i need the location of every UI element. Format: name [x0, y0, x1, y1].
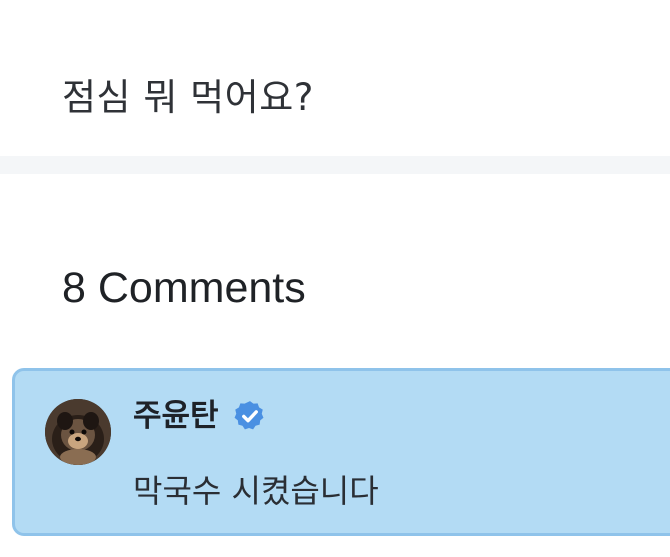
comment-text: 막국수 시켰습니다: [133, 472, 379, 510]
post-body: 점심 뭐 먹어요?: [0, 0, 670, 156]
post-text: 점심 뭐 먹어요?: [62, 76, 314, 119]
comment-item-highlighted[interactable]: 주윤탄 막국수 시켰습니다: [12, 368, 670, 536]
verified-badge-icon: [233, 399, 267, 433]
avatar[interactable]: [45, 399, 111, 465]
comment-author-name[interactable]: 주윤탄: [133, 393, 219, 439]
section-divider: [0, 156, 670, 174]
comments-count-heading: 8 Comments: [62, 264, 306, 312]
comment-author-row: 주윤탄: [133, 393, 267, 439]
dog-avatar-icon: [45, 399, 111, 465]
post-page: 점심 뭐 먹어요? 8 Comments 주윤탄 막국수 시켰습니다: [0, 0, 670, 557]
